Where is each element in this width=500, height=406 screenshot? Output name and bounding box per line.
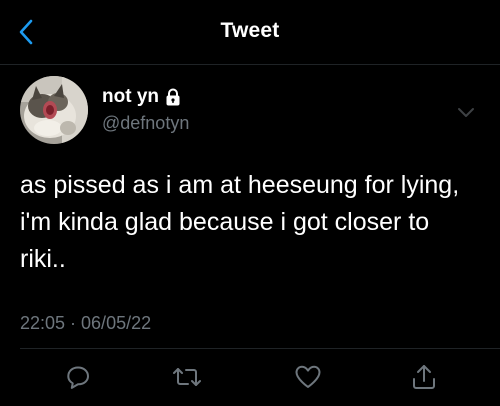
top-nav-bar: Tweet — [0, 0, 500, 64]
heart-icon — [294, 364, 322, 390]
author-name-row[interactable]: not yn — [102, 85, 181, 109]
like-button[interactable] — [292, 363, 324, 391]
share-icon — [411, 363, 437, 391]
author-avatar[interactable] — [20, 76, 88, 144]
reply-icon — [65, 364, 91, 390]
actions-divider — [20, 348, 500, 349]
retweet-icon — [173, 365, 201, 389]
author-handle[interactable]: @defnotyn — [102, 113, 189, 134]
reply-button[interactable] — [62, 363, 94, 391]
page-title: Tweet — [220, 19, 280, 42]
author-display-name[interactable]: not yn — [102, 86, 159, 108]
tweet-text: as pissed as i am at heeseung for lying,… — [20, 171, 460, 273]
lock-icon — [165, 88, 181, 106]
retweet-button[interactable] — [171, 363, 203, 391]
header-divider — [0, 64, 500, 65]
share-button[interactable] — [408, 363, 440, 391]
chevron-down-icon[interactable] — [454, 102, 478, 122]
tweet-timestamp[interactable]: 22:05 · 06/05/22 — [20, 313, 151, 334]
